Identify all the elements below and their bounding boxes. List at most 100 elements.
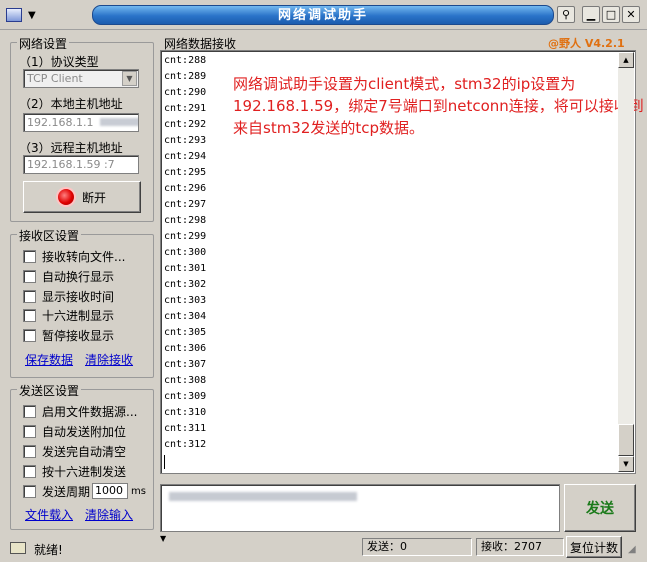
ready-text: 就绪!	[34, 543, 63, 557]
clear-input-link[interactable]: 清除输入	[85, 506, 133, 523]
receive-line: cnt:299	[164, 231, 207, 242]
send-option-label: 自动发送附加位	[42, 424, 127, 439]
checkbox[interactable]	[23, 484, 36, 498]
receive-line: cnt:310	[164, 407, 207, 418]
receive-line: cnt:297	[164, 199, 207, 210]
receive-line: cnt:306	[164, 343, 207, 354]
system-menu[interactable]: ▼	[6, 6, 46, 24]
pin-icon: ⚲	[561, 8, 571, 21]
expand-arrow-icon: ▼	[160, 534, 167, 543]
receive-line: cnt:293	[164, 135, 207, 146]
recv-option-label: 暂停接收显示	[42, 328, 115, 343]
ready-icon	[10, 542, 26, 554]
network-settings-group: 网络设置 （1）协议类型 TCP Client ▼ （2）本地主机地址 192.…	[10, 35, 154, 222]
close-button[interactable]: ✕	[622, 6, 640, 23]
disconnect-label: 断开	[81, 190, 106, 205]
blurred-text	[99, 118, 138, 126]
save-data-link[interactable]: 保存数据	[25, 351, 73, 368]
file-load-link[interactable]: 文件载入	[25, 506, 73, 523]
receive-line: cnt:308	[164, 375, 207, 386]
disconnect-button[interactable]: 断开	[23, 181, 141, 213]
minimize-icon: ▁	[586, 8, 596, 21]
checkbox[interactable]	[23, 444, 36, 458]
send-option-label: 按十六进制发送	[42, 464, 127, 479]
clear-receive-link[interactable]: 清除接收	[85, 351, 133, 368]
send-button-label: 发送	[586, 501, 614, 517]
receive-line: cnt:291	[164, 103, 207, 114]
scroll-up-button[interactable]: ▲	[618, 52, 634, 68]
app-icon	[6, 8, 22, 22]
receive-line: cnt:307	[164, 359, 207, 370]
checkbox[interactable]	[23, 308, 36, 322]
send-button[interactable]: 发送	[564, 484, 636, 532]
recv-option-label: 十六进制显示	[42, 308, 115, 323]
send-option-file-source[interactable]: 启用文件数据源...	[23, 402, 137, 420]
recv-counter-text: 接收：2707	[481, 540, 542, 553]
reset-count-button[interactable]: 复位计数	[566, 536, 622, 558]
receive-line: cnt:300	[164, 247, 207, 258]
scroll-down-button[interactable]: ▼	[618, 456, 634, 472]
scroll-thumb[interactable]	[618, 424, 634, 456]
send-option-append-bit[interactable]: 自动发送附加位	[23, 422, 126, 440]
pin-button[interactable]: ⚲	[557, 6, 575, 23]
receive-textarea[interactable]: cnt:288 cnt:289 cnt:290 cnt:291 cnt:292 cnt:2…	[160, 50, 644, 474]
remote-host-label: （3）远程主机地址	[19, 141, 123, 155]
send-period-label: 发送周期	[42, 484, 91, 499]
recv-counter: 接收：2707	[476, 538, 564, 556]
recv-option-pause[interactable]: 暂停接收显示	[23, 326, 114, 344]
checkbox[interactable]	[23, 289, 36, 303]
close-icon: ✕	[626, 8, 636, 21]
minimize-button[interactable]: ▁	[582, 6, 600, 23]
recv-option-hex[interactable]: 十六进制显示	[23, 306, 114, 324]
up-arrow-icon: ▲	[623, 56, 629, 64]
reset-count-label: 复位计数	[569, 540, 618, 555]
receive-settings-legend: 接收区设置	[17, 227, 82, 244]
checkbox[interactable]	[23, 249, 36, 263]
local-host-input[interactable]: 192.168.1.1	[23, 113, 139, 132]
receive-line: cnt:295	[164, 167, 207, 178]
receive-line: cnt:312	[164, 439, 207, 450]
checkbox[interactable]	[23, 269, 36, 283]
local-host-value: 192.168.1.1	[27, 116, 94, 129]
receive-line: cnt:288	[164, 55, 207, 66]
checkbox[interactable]	[23, 424, 36, 438]
annotation-text: 网络调试助手设置为client模式，stm32的ip设置为192.168.1.5…	[233, 75, 644, 137]
receive-scrollbar[interactable]: ▲ ▼	[618, 52, 634, 472]
receive-line: cnt:294	[164, 151, 207, 162]
recv-option-label: 接收转向文件...	[42, 249, 126, 264]
sent-counter-text: 发送：0	[367, 540, 407, 553]
receive-line: cnt:298	[164, 215, 207, 226]
remote-host-input[interactable]: 192.168.1.59 :7	[23, 155, 139, 174]
send-option-period[interactable]: 发送周期 1000 ms	[23, 482, 146, 500]
receive-line: cnt:290	[164, 87, 207, 98]
window-title: 网络调试助手	[92, 5, 554, 25]
send-period-input[interactable]: 1000	[92, 483, 129, 499]
send-option-auto-clear[interactable]: 发送完自动清空	[23, 442, 126, 460]
recv-option-label: 显示接收时间	[42, 289, 115, 304]
receive-line: cnt:301	[164, 263, 207, 274]
chevron-down-icon: ▼	[122, 71, 137, 86]
checkbox[interactable]	[23, 404, 36, 418]
receive-line: cnt:305	[164, 327, 207, 338]
sent-counter: 发送：0	[362, 538, 472, 556]
resize-grip-icon: ◢	[628, 544, 636, 555]
blurred-text	[169, 492, 357, 501]
title-bar: ▼ 网络调试助手 ⚲ ▁ □ ✕	[0, 0, 647, 30]
protocol-value: TCP Client	[27, 72, 83, 85]
checkbox[interactable]	[23, 464, 36, 478]
receive-line: cnt:304	[164, 311, 207, 322]
send-settings-legend: 发送区设置	[17, 382, 82, 399]
send-period-unit: ms	[131, 485, 146, 497]
maximize-button[interactable]: □	[602, 6, 620, 23]
recv-option-to-file[interactable]: 接收转向文件...	[23, 247, 125, 265]
recv-option-auto-wrap[interactable]: 自动换行显示	[23, 267, 114, 285]
receive-line: cnt:311	[164, 423, 207, 434]
send-textarea[interactable]	[160, 484, 560, 532]
send-settings-group: 发送区设置 启用文件数据源... 自动发送附加位 发送完自动清空 按十六进制发送…	[10, 382, 154, 530]
send-option-hex[interactable]: 按十六进制发送	[23, 462, 126, 480]
local-host-label: （2）本地主机地址	[19, 97, 123, 111]
down-arrow-icon: ▼	[623, 460, 629, 468]
recv-option-show-time[interactable]: 显示接收时间	[23, 287, 114, 305]
protocol-select[interactable]: TCP Client ▼	[23, 69, 139, 88]
checkbox[interactable]	[23, 328, 36, 342]
